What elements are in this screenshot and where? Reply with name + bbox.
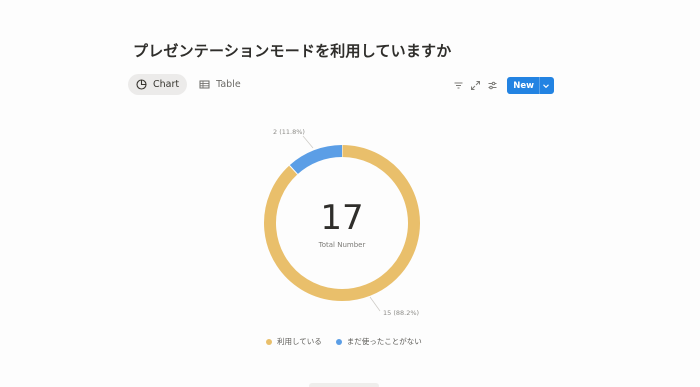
total-number-caption: Total Number [318,241,366,249]
legend-swatch-using [266,338,272,345]
slice-label-1: 15 (88.2%) [383,309,420,317]
slice-not-used[interactable] [289,145,343,175]
bottom-scroll-hint [309,383,379,387]
legend-item-using[interactable]: 利用している [266,336,322,347]
donut-chart [264,135,420,312]
legend-swatch-not-used [335,338,342,345]
chart-page: プレゼンテーションモードを利用していますか Chart Table New 17… [0,0,700,387]
legend-item-not-used[interactable]: まだ使ったことがない [335,336,422,347]
legend-label-not-used: まだ使ったことがない [346,337,422,346]
leader-line-not-used [302,135,314,149]
leader-line-using [369,296,381,312]
slice-label-2: 2 (11.8%) [273,128,305,136]
legend-label-using: 利用している [277,337,322,346]
chart-legend: 利用している まだ使ったことがない [266,336,422,347]
total-number-value: 17 [320,198,364,238]
